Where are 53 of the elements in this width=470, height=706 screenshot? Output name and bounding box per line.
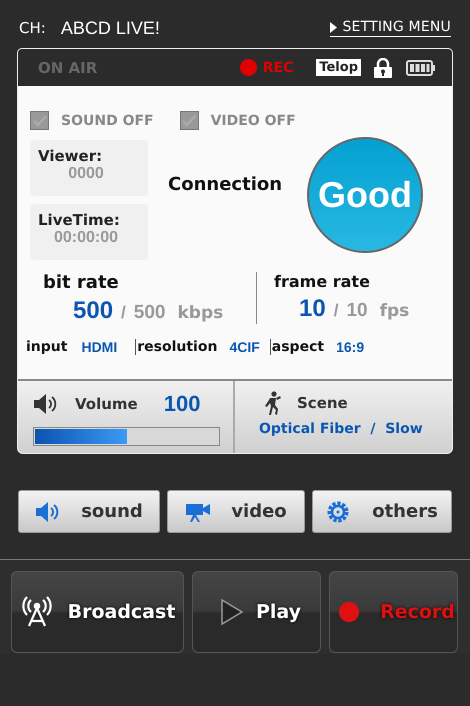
rate-max: 500 xyxy=(134,302,166,324)
spec-value: HDMI xyxy=(81,339,118,355)
connection-label: Connection xyxy=(168,174,282,195)
channel-name: ABCD LIVE! xyxy=(60,18,160,38)
connection-status-badge: Good xyxy=(307,137,424,253)
check-icon xyxy=(181,114,198,128)
rate-unit: fps xyxy=(380,301,410,321)
speaker-icon xyxy=(35,500,62,522)
volume-control[interactable]: Volume 100 xyxy=(18,381,235,453)
rate-label: frame rate xyxy=(274,272,371,291)
scene-value: Optical Fiber / Slow xyxy=(259,421,424,437)
running-figure-icon xyxy=(263,391,281,415)
scene-label: Scene xyxy=(297,394,348,412)
stat-label: Viewer: xyxy=(38,147,104,165)
setting-menu-link[interactable]: SETTING MENU xyxy=(330,19,451,37)
spec-label: resolution xyxy=(137,339,218,355)
tab-button[interactable]: sound xyxy=(18,490,160,533)
stat-label: LiveTime: xyxy=(38,211,121,229)
volume-value: 100 xyxy=(164,391,200,417)
spec-label: aspect xyxy=(272,339,324,355)
rate-separator: / xyxy=(121,303,126,323)
action-button[interactable]: Play xyxy=(192,571,321,653)
action-button[interactable]: Broadcast xyxy=(11,571,184,653)
rec-label: REC xyxy=(262,60,294,76)
rate-separator: / xyxy=(334,301,338,321)
tab-button[interactable]: others xyxy=(312,490,452,533)
on-air-label: ON AIR xyxy=(38,58,98,76)
checkbox-label: SOUND OFF xyxy=(61,112,154,128)
spec-label: input xyxy=(26,339,68,355)
check-icon xyxy=(32,114,48,128)
lock-icon xyxy=(373,58,393,78)
checkbox[interactable] xyxy=(180,111,199,130)
stat-value: 0000 xyxy=(67,165,105,183)
rate-max: 10 xyxy=(346,300,368,322)
stat-value: 00:00:00 xyxy=(52,229,120,247)
triangle-icon xyxy=(330,22,338,32)
rate-label: bit rate xyxy=(43,272,120,293)
rate-current: 500 xyxy=(73,297,114,325)
checkbox[interactable] xyxy=(30,111,49,130)
spec-value: 16:9 xyxy=(336,339,364,355)
record-dot-icon xyxy=(240,59,257,76)
rate-current: 10 xyxy=(299,295,326,323)
speaker-icon xyxy=(33,393,59,415)
battery-icon xyxy=(406,58,436,76)
antenna-icon xyxy=(20,596,54,628)
rate-unit: kbps xyxy=(177,303,224,323)
spec-value: 4CIF xyxy=(229,339,260,355)
volume-label: Volume xyxy=(75,395,138,413)
telop-badge: Telop xyxy=(316,59,361,76)
scene-control[interactable]: Scene Optical Fiber / Slow xyxy=(235,381,452,453)
tab-button[interactable]: video xyxy=(167,490,305,533)
checkbox-label: VIDEO OFF xyxy=(210,112,296,128)
channel-label: CH: xyxy=(19,19,46,37)
